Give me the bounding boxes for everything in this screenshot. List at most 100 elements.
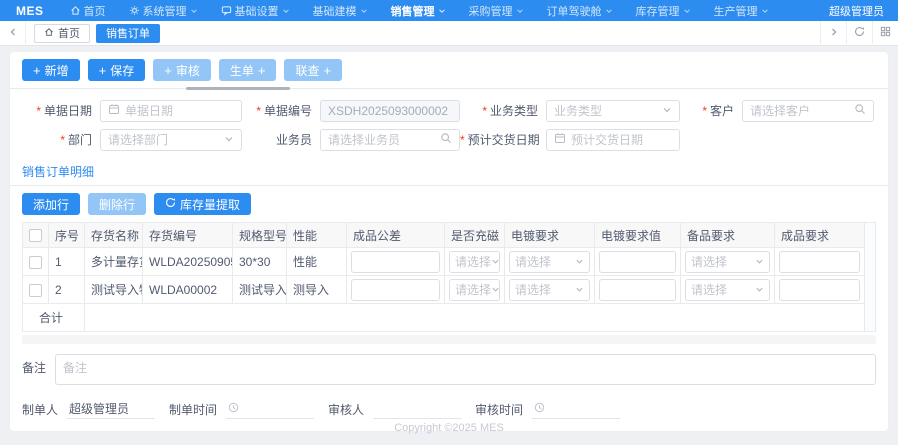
nav-item-order-cockpit[interactable]: 订单驾驶舱 [547,3,613,19]
prev-tab-button[interactable] [0,21,26,46]
chevron-down-icon [516,7,524,15]
horizontal-scrollbar-thumb[interactable] [186,87,290,90]
customer-label: 客户 [680,102,742,119]
refresh-icon [165,197,176,211]
chevron-down-icon [761,7,769,15]
next-tab-button[interactable] [820,21,846,46]
doc-no-input [320,100,460,122]
nav-item-sales-mgmt[interactable]: 销售管理 [391,3,446,19]
col-spec: 规格型号 [233,223,287,248]
select-all-checkbox[interactable] [29,229,42,242]
vertical-scrollbar[interactable] [865,222,876,332]
delete-row-button[interactable]: 删除行 [88,193,146,215]
detail-table: 序号 存货名称 存货编号 规格型号 性能 成品公差 是否充磁 电镀要求 电镀要求… [22,222,876,332]
calendar-icon [108,102,120,120]
tab-home[interactable]: 首页 [34,24,90,43]
auditor-value [373,399,461,419]
main-content: +新增 +保存 +审核 生单+ 联查+ 单据日期 [0,46,898,431]
salesman-input[interactable] [320,129,460,151]
row-checkbox[interactable] [29,256,42,269]
clock-icon [534,402,545,416]
nav-item-production-mgmt[interactable]: 生产管理 [714,3,769,19]
remark-textarea[interactable] [55,354,876,385]
tolerance-input[interactable] [351,279,440,301]
refresh-tab-button[interactable] [846,21,872,46]
create-time-value [226,399,314,419]
current-user[interactable]: 超级管理员 [829,3,884,19]
biz-type-select[interactable]: 业务类型 [546,100,680,122]
spare-select[interactable]: 请选择 [685,251,770,273]
cell-item-code: WLDA00002 [143,276,233,304]
col-seq: 序号 [49,223,85,248]
col-spare: 备品要求 [681,223,775,248]
nav-item-basic-modeling[interactable]: 基础建模 [313,3,368,19]
chevron-down-icon [575,283,584,297]
linked-query-button[interactable]: 联查+ [284,59,342,81]
screen-icon [221,5,232,16]
nav-item-inventory-mgmt[interactable]: 库存管理 [636,3,691,19]
finished-req-input[interactable] [779,251,860,273]
top-navbar: MES 首页 系统管理 基础设置 基础建模 销售管理 采购管理 订单驾驶舱 库存… [0,0,898,21]
search-icon [440,131,452,149]
cell-performance: 测导入 [287,276,347,304]
magnetize-select[interactable]: 请选择 [449,251,500,273]
finished-req-input[interactable] [779,279,860,301]
chevron-down-icon [491,283,500,297]
add-button[interactable]: +新增 [22,59,80,81]
doc-date-label: 单据日期 [22,102,100,119]
action-toolbar: +新增 +保存 +审核 生单+ 联查+ [10,52,888,89]
nav-item-purchase-mgmt[interactable]: 采购管理 [469,3,524,19]
chevron-down-icon [360,7,368,15]
doc-date-input[interactable] [100,100,242,122]
sales-order-card: +新增 +保存 +审核 生单+ 联查+ 单据日期 [10,52,888,431]
chevron-left-icon [8,24,18,42]
chevron-down-icon [755,283,764,297]
generate-order-button[interactable]: 生单+ [219,59,277,81]
col-item-code: 存货编号 [143,223,233,248]
nav-item-basic-settings[interactable]: 基础设置 [221,3,290,19]
plating-select[interactable]: 请选择 [509,251,590,273]
plating-select[interactable]: 请选择 [509,279,590,301]
home-icon [44,27,54,40]
audit-button[interactable]: +审核 [153,59,211,81]
department-select[interactable]: 请选择部门 [100,129,242,151]
chevron-down-icon [224,131,234,149]
plating-value-input[interactable] [599,279,676,301]
cell-spec: 测试导入规格 [233,276,287,304]
col-tolerance: 成品公差 [347,223,445,248]
gear-icon [129,5,140,16]
tab-sales-order[interactable]: 销售订单 [96,24,160,43]
customer-input[interactable] [742,100,874,122]
chevron-right-icon [829,24,839,42]
chevron-down-icon [575,255,584,269]
tolerance-input[interactable] [351,251,440,273]
page-tabbar: 首页 销售订单 [0,21,898,46]
nav-item-system-mgmt[interactable]: 系统管理 [129,3,198,19]
table-row: 1 多计量存货... WLDA2025090500019 30*30 性能 请选… [23,248,865,276]
col-finished: 成品要求 [775,223,865,248]
open-tabs: 首页 销售订单 [34,24,820,43]
stock-extract-button[interactable]: 库存量提取 [154,193,251,215]
detail-toolbar: 添加行 删除行 库存量提取 [10,186,888,222]
total-label: 合计 [23,304,85,332]
magnetize-select[interactable]: 请选择 [449,279,500,301]
plating-value-input[interactable] [599,251,676,273]
layout-grid-button[interactable] [872,21,898,46]
cell-item-name: 测试导入物... [85,276,143,304]
grid-icon [880,24,891,42]
search-icon [854,102,866,120]
cell-spec: 30*30 [233,248,287,276]
delivery-date-input[interactable] [546,129,680,151]
table-horizontal-scrollbar[interactable] [22,335,876,344]
refresh-icon [854,24,865,42]
add-row-button[interactable]: 添加行 [22,193,80,215]
save-button[interactable]: +保存 [88,59,146,81]
nav-item-home[interactable]: 首页 [70,3,106,19]
cell-item-code: WLDA2025090500019 [143,248,233,276]
row-checkbox[interactable] [29,284,42,297]
audit-time-label: 审核时间 [475,401,523,418]
spare-select[interactable]: 请选择 [685,279,770,301]
table-row: 2 测试导入物... WLDA00002 测试导入规格 测导入 请选择 请选择 … [23,276,865,304]
cell-performance: 性能 [287,248,347,276]
calendar-icon [554,131,566,149]
